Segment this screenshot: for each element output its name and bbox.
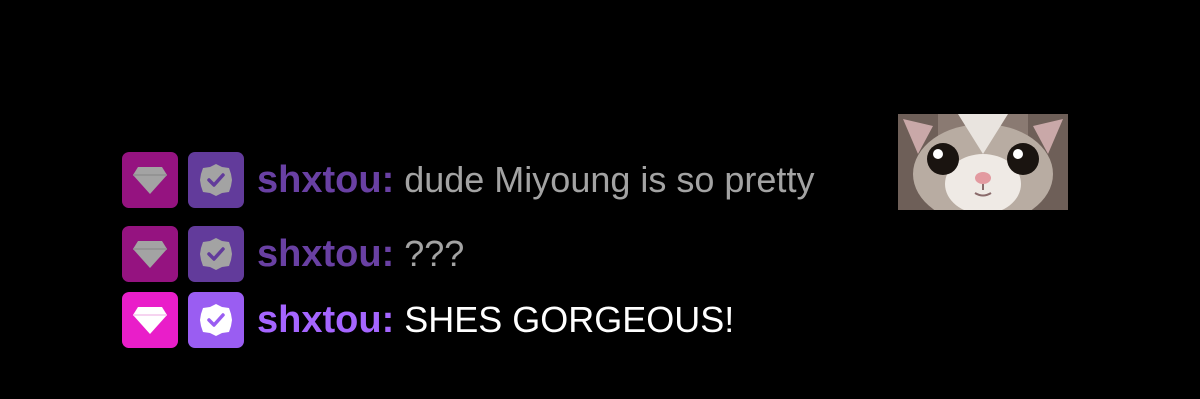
chat-username[interactable]: shxtou: bbox=[257, 159, 394, 202]
diamond-icon bbox=[133, 307, 167, 334]
diamond-icon bbox=[133, 241, 167, 268]
chat-message-text: dude Miyoung is so pretty bbox=[404, 159, 815, 200]
cat-emote[interactable] bbox=[898, 114, 1068, 210]
chat-username[interactable]: shxtou: bbox=[257, 299, 394, 342]
chat-message: shxtou: ??? bbox=[122, 224, 464, 284]
chat-log: shxtou: dude Miyoung is so pretty shxtou… bbox=[122, 0, 1122, 399]
subscriber-badge[interactable] bbox=[122, 226, 178, 282]
subscriber-badge[interactable] bbox=[122, 152, 178, 208]
verified-badge[interactable] bbox=[188, 152, 244, 208]
chat-message: shxtou: dude Miyoung is so pretty bbox=[122, 150, 814, 210]
chat-message: shxtou: SHES GORGEOUS! bbox=[122, 290, 734, 350]
chat-message-text: SHES GORGEOUS! bbox=[404, 299, 735, 340]
verified-badge[interactable] bbox=[188, 292, 244, 348]
verified-badge[interactable] bbox=[188, 226, 244, 282]
checkmark-icon bbox=[200, 304, 232, 336]
chat-username[interactable]: shxtou: bbox=[257, 233, 394, 276]
subscriber-badge[interactable] bbox=[122, 292, 178, 348]
chat-message-text: ??? bbox=[404, 233, 465, 274]
diamond-icon bbox=[133, 167, 167, 194]
checkmark-icon bbox=[200, 164, 232, 196]
checkmark-icon bbox=[200, 238, 232, 270]
